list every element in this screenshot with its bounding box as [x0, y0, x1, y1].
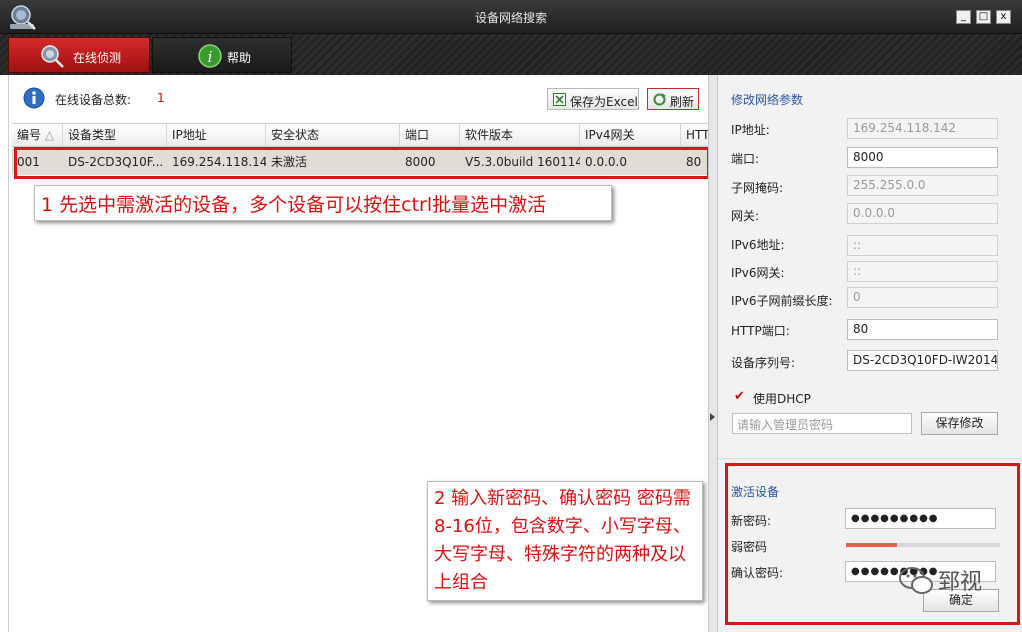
column-header[interactable]: IP地址: [167, 124, 266, 147]
excel-icon: [553, 93, 566, 106]
annotation-step1: 1 先选中需激活的设备，多个设备可以按住ctrl批量选中激活: [34, 185, 612, 221]
title-bar: 设备网络搜索 _ □ x: [0, 0, 1022, 34]
device-count-label: 在线设备总数:: [55, 93, 132, 107]
wechat-icon: [899, 567, 933, 594]
save-excel-label: 保存为Excel: [570, 95, 638, 109]
dhcp-checkbox[interactable]: ✔: [732, 389, 747, 404]
save-changes-button[interactable]: 保存修改: [921, 412, 998, 435]
tab-bar: 在线侦测 i 帮助: [0, 34, 1022, 75]
gateway-field: 0.0.0.0: [847, 203, 998, 224]
serial-number-field[interactable]: DS-2CD3Q10FD-IW20140: [847, 350, 998, 371]
field-label: 网关:: [731, 209, 760, 223]
maximize-button[interactable]: □: [976, 10, 991, 24]
sort-asc-icon: △: [44, 128, 55, 142]
ipv6-address-field: ::: [847, 235, 998, 256]
tab-label: 帮助: [227, 51, 252, 65]
minimize-button[interactable]: _: [956, 10, 971, 24]
column-header[interactable]: HTT: [681, 124, 709, 147]
refresh-icon: [653, 93, 666, 106]
dhcp-label: 使用DHCP: [753, 392, 811, 406]
ipv6-gateway-field: ::: [847, 261, 998, 282]
save-excel-button[interactable]: 保存为Excel: [547, 88, 639, 110]
refresh-button[interactable]: 刷新: [647, 88, 699, 110]
field-label: IPv6网关:: [731, 266, 785, 280]
field-label: IPv6子网前缀长度:: [731, 294, 833, 308]
http-port-field[interactable]: 80: [847, 319, 998, 340]
field-label: 端口:: [731, 152, 760, 166]
settings-panel: 修改网络参数 IP地址: 169.254.118.142 端口: 8000 子网…: [718, 75, 1022, 632]
column-header[interactable]: 安全状态: [266, 124, 400, 147]
section-divider: [718, 458, 1022, 459]
ip-address-field: 169.254.118.142: [847, 118, 998, 139]
watermark: 郅视: [898, 564, 998, 600]
field-label: IP地址:: [731, 123, 770, 137]
device-list-panel: 在线设备总数: 1 保存为Excel 刷新 编号 △ 设备类型 IP地址 安全状…: [8, 75, 710, 632]
column-header[interactable]: IPv4网关: [580, 124, 681, 147]
subnet-mask-field: 255.255.0.0: [847, 175, 998, 196]
column-header[interactable]: 编号 △: [12, 124, 63, 147]
column-header[interactable]: 软件版本: [460, 124, 580, 147]
network-params-title: 修改网络参数: [731, 93, 804, 107]
port-field[interactable]: 8000: [847, 147, 998, 168]
search-device-icon: [41, 45, 64, 68]
tab-label: 在线侦测: [73, 51, 122, 65]
help-icon: i: [198, 44, 222, 68]
field-label: IPv6地址:: [731, 238, 785, 252]
row-highlight-box: [14, 147, 710, 179]
info-icon: [23, 87, 45, 109]
field-label: 子网掩码:: [731, 181, 784, 195]
panel-splitter[interactable]: [708, 75, 718, 632]
field-label: HTTP端口:: [731, 324, 790, 338]
watermark-text: 郅视: [938, 570, 983, 595]
field-label: 设备序列号:: [731, 356, 796, 370]
svg-text:i: i: [208, 48, 213, 66]
device-count-value: 1: [157, 91, 165, 105]
table-header: 编号 △ 设备类型 IP地址 安全状态 端口 软件版本 IPv4网关 HTT: [12, 123, 709, 147]
close-button[interactable]: x: [996, 10, 1011, 24]
collapse-arrow-icon[interactable]: [710, 413, 715, 421]
ipv6-prefix-field: 0: [847, 287, 998, 308]
column-header[interactable]: 端口: [400, 124, 460, 147]
tab-online-detect[interactable]: 在线侦测: [8, 37, 150, 73]
activation-highlight-box: [725, 463, 1020, 625]
window-title: 设备网络搜索: [474, 11, 547, 25]
tab-help[interactable]: i 帮助: [152, 37, 292, 73]
column-header[interactable]: 设备类型: [63, 124, 167, 147]
annotation-step2: 2 输入新密码、确认密码 密码需8-16位，包含数字、小写字母、大写字母、特殊字…: [427, 481, 703, 601]
refresh-label: 刷新: [670, 95, 695, 109]
admin-password-input[interactable]: 请输入管理员密码: [732, 413, 912, 434]
